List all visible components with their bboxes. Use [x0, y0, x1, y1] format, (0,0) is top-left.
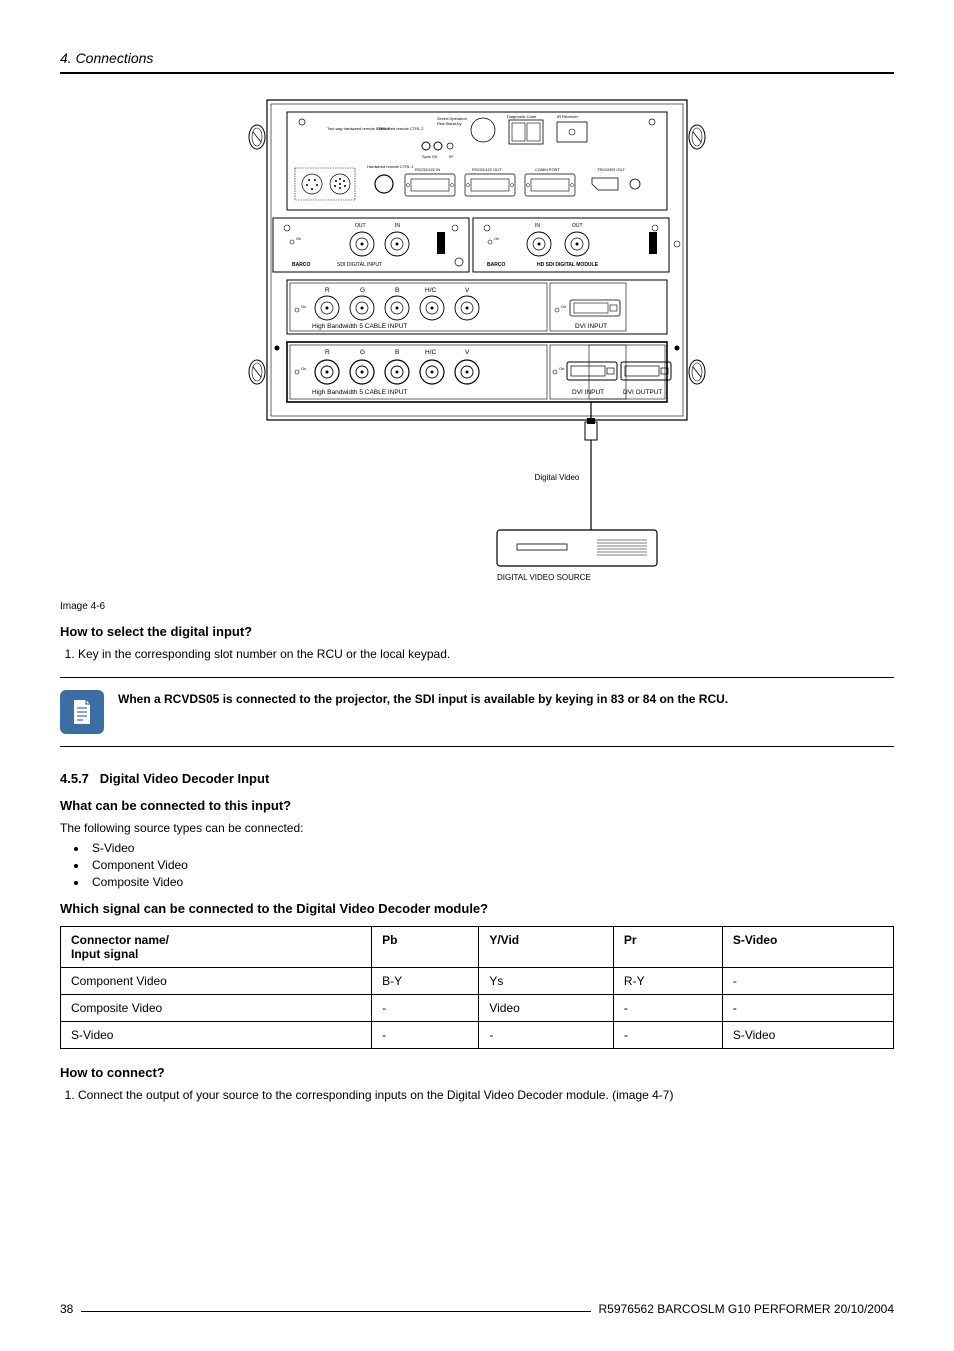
table-row: Component Video B-Y Ys R-Y -: [61, 968, 894, 995]
th-pr: Pr: [613, 927, 722, 968]
page-number: 38: [60, 1302, 73, 1316]
svg-text:BARCO: BARCO: [292, 262, 310, 268]
how-step-1: Connect the output of your source to the…: [78, 1088, 894, 1102]
cell: -: [722, 995, 893, 1022]
svg-text:H/C: H/C: [425, 287, 437, 294]
svg-text:HD SDI DIGITAL MODULE: HD SDI DIGITAL MODULE: [537, 262, 599, 268]
how-steps: Connect the output of your source to the…: [60, 1088, 894, 1102]
svg-text:TRIGGER OUT: TRIGGER OUT: [597, 167, 625, 172]
svg-text:BARCO: BARCO: [487, 262, 505, 268]
svg-text:On: On: [559, 366, 564, 371]
svg-text:B: B: [395, 287, 399, 294]
svg-text:DVI OUTPUT: DVI OUTPUT: [623, 389, 662, 396]
svg-text:Red:Stand-by: Red:Stand-by: [437, 121, 461, 126]
svg-text:R: R: [325, 349, 330, 356]
diagram-svg: Green:Operation Red:Stand-by Diagnostic …: [237, 92, 717, 592]
cell: R-Y: [613, 968, 722, 995]
select-steps: Key in the corresponding slot number on …: [60, 647, 894, 661]
svg-text:Digital Video: Digital Video: [535, 473, 580, 482]
cell: -: [722, 968, 893, 995]
th-yvid: Y/Vid: [479, 927, 614, 968]
svg-text:DVI INPUT: DVI INPUT: [575, 323, 607, 330]
table-row: Composite Video - Video - -: [61, 995, 894, 1022]
svg-text:DVI INPUT: DVI INPUT: [572, 389, 604, 396]
select-heading: How to select the digital input?: [60, 624, 894, 639]
th-connector: Connector name/ Input signal: [61, 927, 372, 968]
svg-text:R: R: [325, 287, 330, 294]
page-footer: 38 R5976562 BARCOSLM G10 PERFORMER 20/10…: [60, 1302, 894, 1316]
note-box: When a RCVDS05 is connected to the proje…: [60, 677, 894, 747]
svg-text:RS232/422 OUT: RS232/422 OUT: [472, 167, 502, 172]
svg-text:IN: IN: [535, 223, 540, 229]
cell: Component Video: [61, 968, 372, 995]
svg-text:OUT: OUT: [572, 223, 583, 229]
what-heading: What can be connected to this input?: [60, 798, 894, 813]
cell: Video: [479, 995, 614, 1022]
svg-text:On: On: [301, 366, 306, 371]
svg-text:Hardwired remote CTRL 2: Hardwired remote CTRL 2: [377, 126, 424, 131]
cell: S-Video: [61, 1022, 372, 1049]
svg-text:COMM PORT: COMM PORT: [535, 167, 560, 172]
table-header-row: Connector name/ Input signal Pb Y/Vid Pr…: [61, 927, 894, 968]
connection-diagram: Green:Operation Red:Stand-by Diagnostic …: [60, 92, 894, 595]
cell: Ys: [479, 968, 614, 995]
svg-text:Hardwired remote CTRL 1: Hardwired remote CTRL 1: [367, 164, 414, 169]
svg-text:B: B: [395, 349, 399, 356]
which-heading: Which signal can be connected to the Dig…: [60, 901, 894, 916]
select-step-1: Key in the corresponding slot number on …: [78, 647, 894, 661]
cell: Composite Video: [61, 995, 372, 1022]
image-caption: Image 4-6: [60, 601, 894, 612]
doc-reference: R5976562 BARCOSLM G10 PERFORMER 20/10/20…: [599, 1302, 894, 1316]
how-heading: How to connect?: [60, 1065, 894, 1080]
svg-text:V: V: [465, 349, 470, 356]
svg-text:G: G: [360, 287, 365, 294]
cell: -: [479, 1022, 614, 1049]
cell: B-Y: [372, 968, 479, 995]
svg-text:RS232/422 IN: RS232/422 IN: [415, 167, 440, 172]
what-list: S-Video Component Video Composite Video: [60, 841, 894, 889]
section-title: Digital Video Decoder Input: [100, 771, 270, 786]
header-rule: [60, 72, 894, 74]
svg-text:H/C: H/C: [425, 349, 437, 356]
signal-table: Connector name/ Input signal Pb Y/Vid Pr…: [60, 926, 894, 1049]
section-457-heading: 4.5.7 Digital Video Decoder Input: [60, 771, 894, 786]
svg-text:SDI DIGITAL INPUT: SDI DIGITAL INPUT: [337, 262, 382, 268]
svg-text:IR: IR: [449, 154, 453, 159]
list-item: Component Video: [88, 858, 894, 872]
svg-text:On: On: [494, 236, 499, 241]
svg-text:DIGITAL VIDEO SOURCE: DIGITAL VIDEO SOURCE: [497, 573, 591, 582]
list-item: S-Video: [88, 841, 894, 855]
table-row: S-Video - - - S-Video: [61, 1022, 894, 1049]
svg-text:V: V: [465, 287, 470, 294]
cell: -: [372, 1022, 479, 1049]
svg-text:High Bandwidth 5 CABLE INPUT: High Bandwidth 5 CABLE INPUT: [312, 389, 407, 396]
mount-screw-icon: [249, 125, 265, 149]
cell: -: [613, 995, 722, 1022]
footer-rule: [81, 1311, 590, 1312]
svg-text:Diagnostic Code: Diagnostic Code: [507, 114, 537, 119]
svg-text:Sync OK: Sync OK: [422, 154, 438, 159]
svg-text:High Bandwidth 5 CABLE INPUT: High Bandwidth 5 CABLE INPUT: [312, 323, 407, 330]
header-title: 4. Connections: [60, 50, 894, 66]
th-svideo: S-Video: [722, 927, 893, 968]
svg-text:On: On: [296, 236, 301, 241]
svg-text:IR Receiver: IR Receiver: [557, 114, 579, 119]
section-number: 4.5.7: [60, 771, 89, 786]
th-pb: Pb: [372, 927, 479, 968]
svg-text:G: G: [360, 349, 365, 356]
svg-text:On: On: [561, 304, 566, 309]
note-text: When a RCVDS05 is connected to the proje…: [118, 690, 728, 706]
svg-text:On: On: [301, 304, 306, 309]
cell: -: [372, 995, 479, 1022]
mount-screw-icon: [689, 125, 705, 149]
cell: S-Video: [722, 1022, 893, 1049]
svg-text:IN: IN: [395, 223, 400, 229]
svg-text:OUT: OUT: [355, 223, 366, 229]
cell: -: [613, 1022, 722, 1049]
list-item: Composite Video: [88, 875, 894, 889]
note-icon: [60, 690, 104, 734]
what-intro: The following source types can be connec…: [60, 821, 894, 835]
